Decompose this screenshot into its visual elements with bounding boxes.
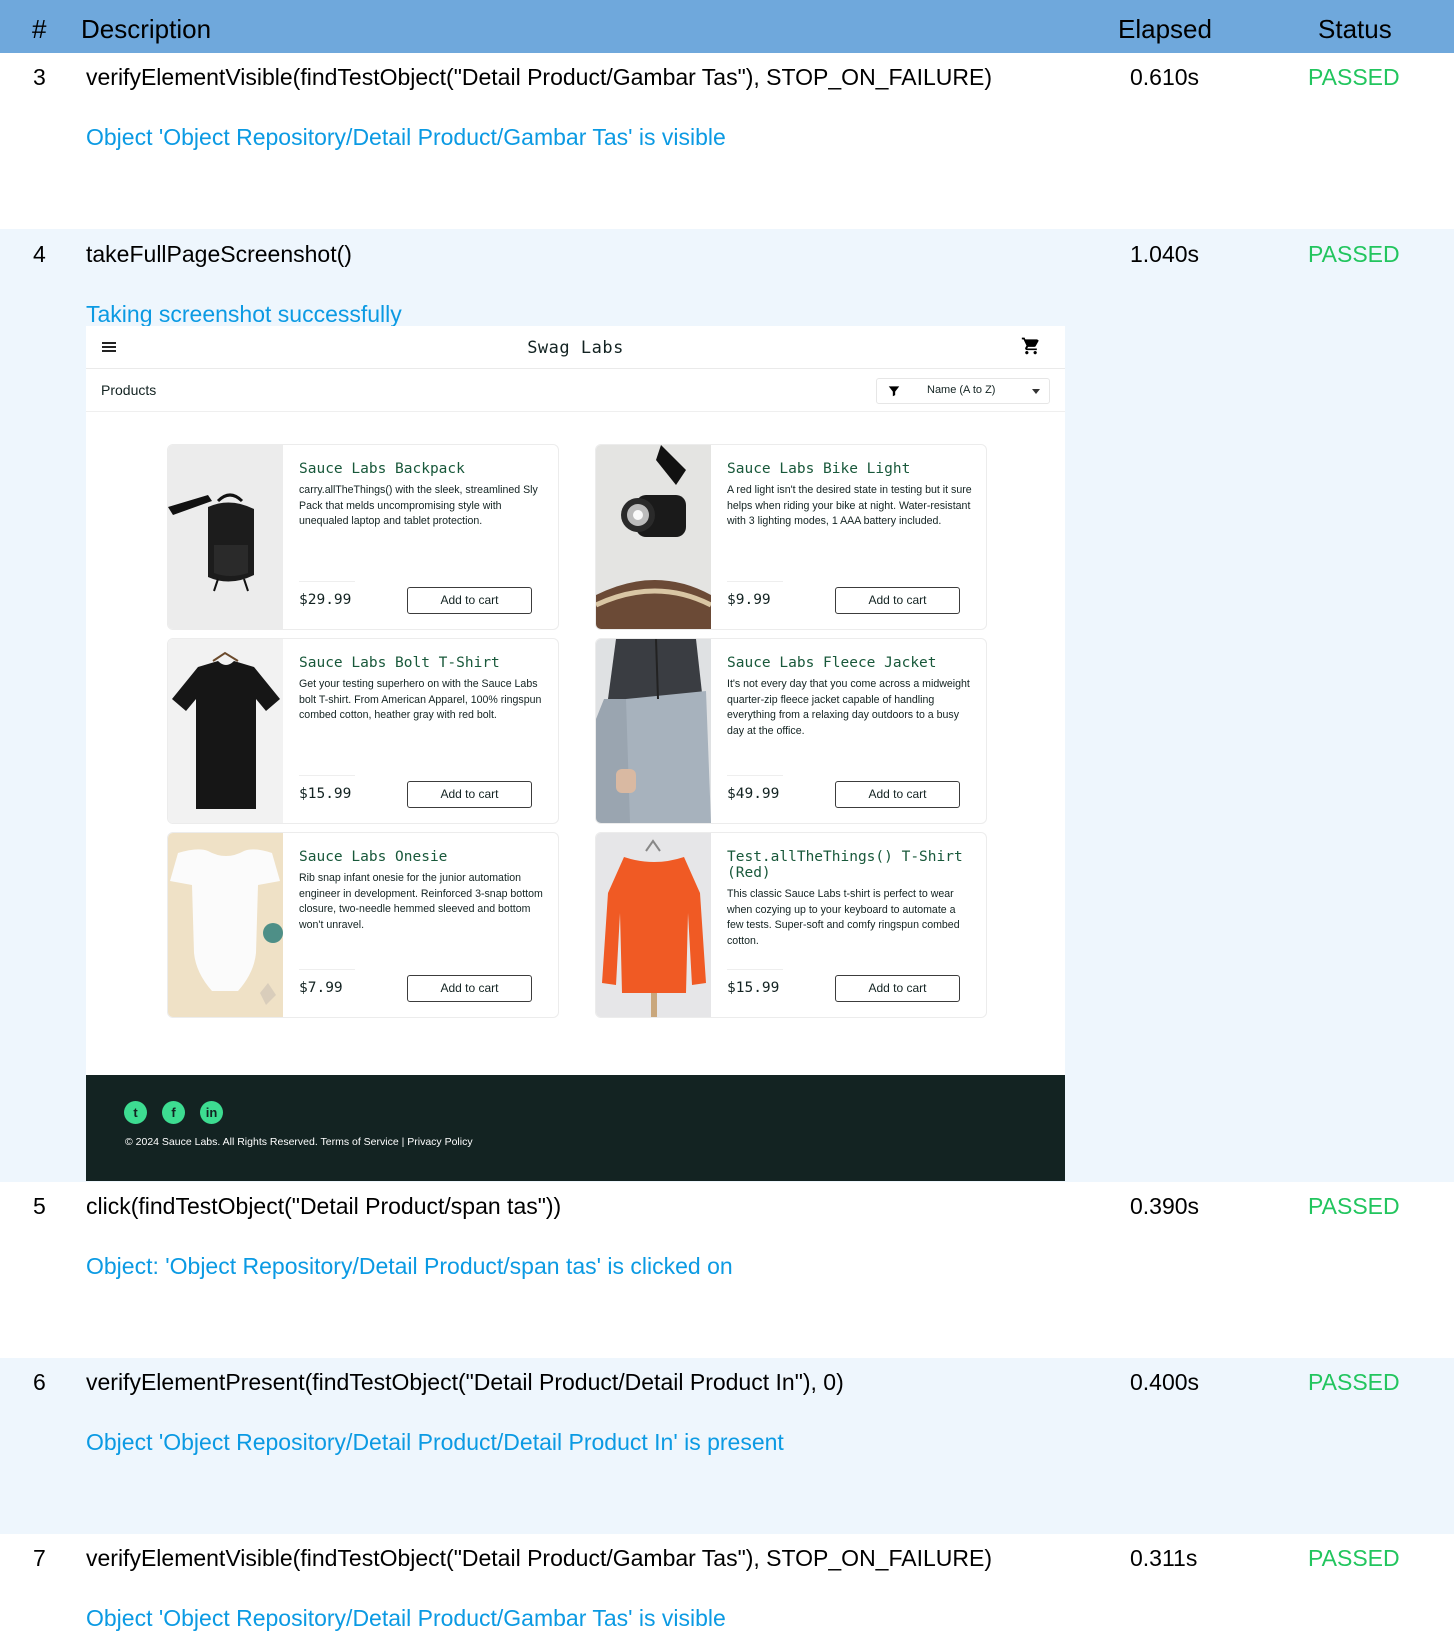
twitter-icon[interactable]: t: [124, 1101, 147, 1124]
status-badge: PASSED: [1308, 1193, 1400, 1219]
app-logo: Swag Labs: [527, 338, 624, 358]
table-row: 7 verifyElementVisible(findTestObject("D…: [0, 1534, 1454, 1639]
step-log: Object 'Object Repository/Detail Product…: [86, 1605, 726, 1631]
embedded-screenshot: Swag Labs Products Name (A to Z) Sauce L…: [86, 326, 1065, 1181]
product-card: Test.allTheThings() T-Shirt (Red) This c…: [595, 832, 987, 1018]
column-elapsed: Elapsed: [1118, 14, 1212, 44]
product-price: $29.99: [299, 592, 352, 608]
product-description: This classic Sauce Labs t-shirt is perfe…: [727, 888, 960, 947]
step-number: 5: [33, 1193, 46, 1219]
footer-copyright: © 2024 Sauce Labs. All Rights Reserved. …: [125, 1136, 473, 1148]
step-number: 3: [33, 64, 46, 90]
status-badge: PASSED: [1308, 64, 1400, 90]
step-elapsed: 0.390s: [1130, 1193, 1200, 1219]
step-description: verifyElementPresent(findTestObject("Det…: [86, 1369, 844, 1395]
page-title: Products: [101, 382, 157, 398]
status-badge: PASSED: [1308, 1369, 1400, 1395]
price-divider: [299, 581, 355, 582]
product-card: Sauce Labs Onesie Rib snap infant onesie…: [167, 832, 559, 1018]
price-divider: [299, 775, 355, 776]
add-to-cart-button[interactable]: Add to cart: [835, 781, 960, 808]
cart-icon[interactable]: [1021, 336, 1041, 356]
step-elapsed: 1.040s: [1130, 241, 1200, 267]
step-elapsed: 0.311s: [1130, 1545, 1198, 1571]
column-status: Status: [1318, 14, 1392, 44]
product-name[interactable]: Sauce Labs Onesie: [299, 849, 544, 865]
step-log: Object 'Object Repository/Detail Product…: [86, 124, 726, 150]
bike-light-image[interactable]: [596, 445, 711, 629]
onesie-image[interactable]: [168, 833, 283, 1017]
price-divider: [299, 969, 355, 970]
step-number: 4: [33, 241, 46, 267]
add-to-cart-button[interactable]: Add to cart: [407, 975, 532, 1002]
product-card: Sauce Labs Bike Light A red light isn't …: [595, 444, 987, 630]
step-elapsed: 0.400s: [1130, 1369, 1200, 1395]
product-description: Rib snap infant onesie for the junior au…: [299, 872, 543, 931]
price-divider: [727, 775, 783, 776]
status-badge: PASSED: [1308, 241, 1400, 267]
add-to-cart-button[interactable]: Add to cart: [835, 975, 960, 1002]
product-name[interactable]: Test.allTheThings() T-Shirt (Red): [727, 849, 972, 881]
product-card: Sauce Labs Fleece Jacket It's not every …: [595, 638, 987, 824]
add-to-cart-button[interactable]: Add to cart: [407, 587, 532, 614]
column-number: #: [32, 14, 47, 44]
price-divider: [727, 969, 783, 970]
product-name[interactable]: Sauce Labs Bolt T-Shirt: [299, 655, 544, 671]
backpack-image[interactable]: [168, 445, 283, 629]
step-log: Taking screenshot successfully: [86, 301, 402, 327]
product-card: Sauce Labs Bolt T-Shirt Get your testing…: [167, 638, 559, 824]
status-badge: PASSED: [1308, 1545, 1400, 1571]
product-name[interactable]: Sauce Labs Bike Light: [727, 461, 972, 477]
step-description: click(findTestObject("Detail Product/spa…: [86, 1193, 562, 1219]
product-card: Sauce Labs Backpack carry.allTheThings()…: [167, 444, 559, 630]
price-divider: [727, 581, 783, 582]
jacket-image[interactable]: [596, 639, 711, 823]
step-log: Object: 'Object Repository/Detail Produc…: [86, 1253, 733, 1279]
step-description: verifyElementVisible(findTestObject("Det…: [86, 1545, 992, 1571]
column-description: Description: [81, 14, 212, 44]
app-header: Swag Labs: [86, 326, 1065, 369]
product-price: $15.99: [299, 786, 352, 802]
product-description: Get your testing superhero on with the S…: [299, 678, 542, 721]
product-price: $15.99: [727, 980, 780, 996]
table-row: 5 click(findTestObject("Detail Product/s…: [0, 1182, 1454, 1358]
filter-icon: [888, 386, 900, 397]
step-description: verifyElementVisible(findTestObject("Det…: [86, 64, 992, 90]
step-elapsed: 0.610s: [1130, 64, 1200, 90]
secondary-header: Products Name (A to Z): [86, 369, 1065, 412]
product-description: It's not every day that you come across …: [727, 678, 970, 737]
product-price: $9.99: [727, 592, 771, 608]
step-number: 6: [33, 1369, 46, 1395]
sort-select[interactable]: Name (A to Z): [876, 378, 1050, 404]
add-to-cart-button[interactable]: Add to cart: [407, 781, 532, 808]
product-description: carry.allTheThings() with the sleek, str…: [299, 484, 538, 527]
sort-value: Name (A to Z): [927, 384, 996, 396]
product-name[interactable]: Sauce Labs Backpack: [299, 461, 544, 477]
tshirt-image[interactable]: [168, 639, 283, 823]
product-name[interactable]: Sauce Labs Fleece Jacket: [727, 655, 972, 671]
product-price: $7.99: [299, 980, 343, 996]
chevron-down-icon: [1032, 389, 1040, 394]
facebook-icon[interactable]: f: [162, 1101, 185, 1124]
table-row: 3 verifyElementVisible(findTestObject("D…: [0, 53, 1454, 229]
red-shirt-image[interactable]: [596, 833, 711, 1017]
step-log: Object 'Object Repository/Detail Product…: [86, 1429, 784, 1455]
linkedin-icon[interactable]: in: [200, 1101, 223, 1124]
add-to-cart-button[interactable]: Add to cart: [835, 587, 960, 614]
product-price: $49.99: [727, 786, 780, 802]
step-number: 7: [33, 1545, 46, 1571]
step-description: takeFullPageScreenshot(): [86, 241, 352, 267]
app-footer: t f in © 2024 Sauce Labs. All Rights Res…: [86, 1075, 1065, 1181]
product-description: A red light isn't the desired state in t…: [727, 484, 972, 527]
table-header: # Description Elapsed Status: [0, 0, 1454, 53]
table-row: 6 verifyElementPresent(findTestObject("D…: [0, 1358, 1454, 1534]
